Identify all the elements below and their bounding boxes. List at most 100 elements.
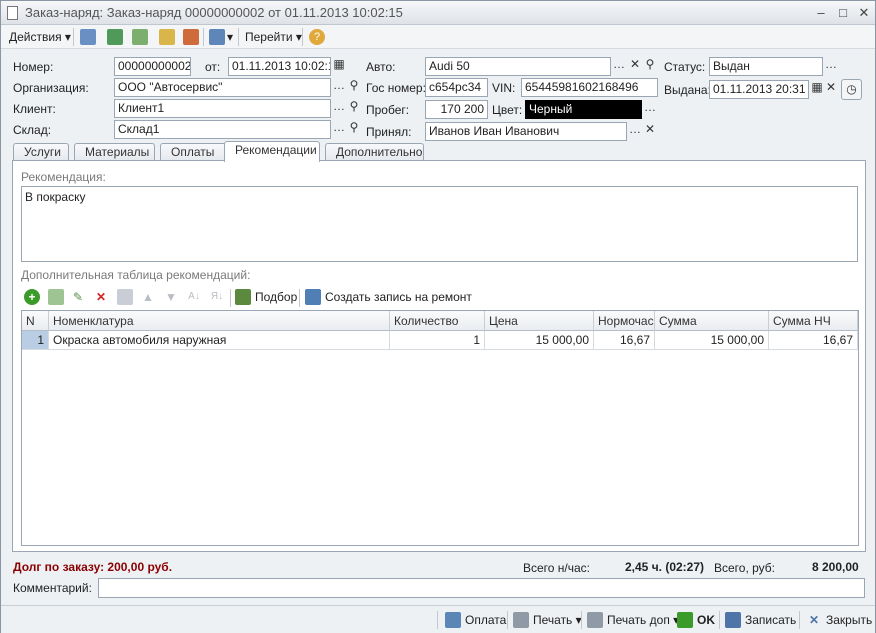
cell-sum[interactable]: 15 000,00 bbox=[655, 331, 769, 350]
date-label: от: bbox=[205, 60, 221, 74]
tab-payments[interactable]: Оплаты bbox=[160, 143, 227, 161]
organization-field[interactable]: ООО "Автосервис" bbox=[114, 78, 331, 97]
select-client-button[interactable]: … bbox=[331, 99, 347, 118]
pay-button[interactable]: Оплата bbox=[445, 611, 506, 629]
recommendation-text[interactable]: В покраску bbox=[21, 186, 858, 262]
issued-field[interactable]: 01.11.2013 20:31 bbox=[709, 80, 809, 99]
client-field[interactable]: Клиент1 bbox=[114, 99, 331, 118]
clock-icon[interactable]: ◷ bbox=[841, 79, 862, 100]
calendar-icon[interactable]: ▦ bbox=[331, 57, 347, 76]
total-hours-label: Всего н/час: bbox=[523, 561, 591, 575]
cell-sum-nh[interactable]: 16,67 bbox=[769, 331, 858, 350]
auto-field[interactable]: Audi 50 bbox=[425, 57, 611, 76]
col-header-price[interactable]: Цена bbox=[485, 311, 594, 331]
refresh-icon[interactable] bbox=[107, 29, 123, 45]
copy-row-icon[interactable] bbox=[48, 289, 64, 305]
close-icon: ✕ bbox=[808, 613, 820, 627]
close-window-button[interactable]: ✕ bbox=[856, 5, 872, 21]
minimize-button[interactable]: – bbox=[813, 5, 829, 21]
recommendations-panel: Рекомендация: В покраску Дополнительная … bbox=[12, 160, 866, 552]
ok-button[interactable]: OK bbox=[677, 611, 715, 629]
post-icon[interactable] bbox=[80, 29, 96, 45]
tab-materials[interactable]: Материалы bbox=[74, 143, 155, 161]
delete-row-icon[interactable]: ✕ bbox=[93, 289, 109, 305]
col-header-sum-nh[interactable]: Сумма НЧ bbox=[769, 311, 858, 331]
move-down-icon[interactable]: ▼ bbox=[163, 289, 179, 305]
search-auto-icon[interactable]: ⚲ bbox=[642, 57, 658, 76]
cell-price[interactable]: 15 000,00 bbox=[485, 331, 594, 350]
actions-label: Действия bbox=[9, 30, 62, 44]
save-icon bbox=[725, 612, 741, 628]
col-header-qty[interactable]: Количество bbox=[390, 311, 485, 331]
status-field[interactable]: Выдан bbox=[709, 57, 823, 76]
select-status-button[interactable]: … bbox=[823, 57, 839, 76]
col-header-hours[interactable]: Нормочас bbox=[594, 311, 655, 331]
select-warehouse-button[interactable]: … bbox=[331, 120, 347, 139]
select-organization-button[interactable]: … bbox=[331, 78, 347, 97]
col-header-name[interactable]: Номенклатура bbox=[49, 311, 390, 331]
end-edit-icon[interactable] bbox=[117, 289, 133, 305]
col-header-n[interactable]: N bbox=[22, 311, 49, 331]
toolbar-separator bbox=[230, 289, 231, 307]
col-header-sum[interactable]: Сумма bbox=[655, 311, 769, 331]
copy-icon[interactable] bbox=[132, 29, 148, 45]
search-warehouse-icon[interactable]: ⚲ bbox=[346, 120, 362, 139]
print-button[interactable]: Печать ▾ bbox=[513, 611, 582, 629]
actions-menu[interactable]: Действия ▾ bbox=[9, 28, 71, 46]
tab-additional[interactable]: Дополнительно bbox=[325, 143, 424, 161]
sort-asc-icon[interactable]: A↓ bbox=[186, 289, 202, 305]
comment-field[interactable] bbox=[98, 578, 865, 598]
clear-auto-icon[interactable]: ✕ bbox=[627, 57, 643, 76]
extra-table-title: Дополнительная таблица рекомендаций: bbox=[21, 268, 251, 282]
date-field[interactable]: 01.11.2013 10:02:15 bbox=[228, 57, 331, 76]
total-hours-value: 2,45 ч. (02:27) bbox=[625, 560, 705, 574]
clear-issued-icon[interactable]: ✕ bbox=[823, 80, 839, 99]
select-auto-button[interactable]: … bbox=[611, 57, 627, 76]
color-label: Цвет: bbox=[492, 103, 523, 117]
maximize-button[interactable]: □ bbox=[835, 5, 851, 21]
search-client-icon[interactable]: ⚲ bbox=[346, 99, 362, 118]
auto-label: Авто: bbox=[366, 60, 396, 74]
cell-qty[interactable]: 1 bbox=[390, 331, 485, 350]
color-field[interactable]: Черный bbox=[525, 100, 642, 119]
status-label: Статус: bbox=[664, 60, 706, 74]
accepted-field[interactable]: Иванов Иван Иванович bbox=[425, 122, 627, 141]
create-repair-record-button[interactable]: Создать запись на ремонт bbox=[305, 288, 472, 306]
warehouse-field[interactable]: Склад1 bbox=[114, 120, 331, 139]
help-icon[interactable]: ? bbox=[309, 29, 325, 45]
toolbar-separator bbox=[302, 28, 303, 46]
upload-icon[interactable] bbox=[159, 29, 175, 45]
document-structure-icon[interactable] bbox=[183, 29, 199, 45]
print-icon bbox=[513, 612, 529, 628]
plate-field[interactable]: с654рс34 bbox=[425, 78, 488, 97]
cell-name[interactable]: Окраска автомобиля наружная bbox=[49, 331, 390, 350]
close-button[interactable]: ✕ Закрыть bbox=[806, 611, 872, 629]
sort-desc-icon[interactable]: Я↓ bbox=[209, 289, 225, 305]
cell-n[interactable]: 1 bbox=[22, 331, 49, 350]
create-record-label: Создать запись на ремонт bbox=[325, 290, 472, 304]
tab-services[interactable]: Услуги bbox=[13, 143, 69, 161]
add-row-icon[interactable]: + bbox=[24, 289, 40, 305]
save-button[interactable]: Записать bbox=[725, 611, 796, 629]
number-field[interactable]: 00000000002 bbox=[114, 57, 191, 76]
based-on-dropdown[interactable]: ▾ bbox=[227, 28, 233, 46]
select-accepted-button[interactable]: … bbox=[627, 122, 643, 141]
move-up-icon[interactable]: ▲ bbox=[140, 289, 156, 305]
toolbar-separator bbox=[437, 611, 438, 629]
goto-label: Перейти bbox=[245, 30, 293, 44]
clear-accepted-icon[interactable]: ✕ bbox=[642, 122, 658, 141]
vin-field[interactable]: 65445981602168496 bbox=[521, 78, 658, 97]
print-extra-button[interactable]: Печать доп ▾ bbox=[587, 611, 679, 629]
tab-recommendations[interactable]: Рекомендации bbox=[224, 141, 320, 162]
pick-button[interactable]: Подбор bbox=[235, 288, 297, 306]
based-on-icon[interactable] bbox=[209, 29, 225, 45]
toolbar-separator bbox=[238, 28, 239, 46]
toolbar-separator bbox=[581, 611, 582, 629]
toolbar-separator bbox=[299, 289, 300, 307]
cell-hours[interactable]: 16,67 bbox=[594, 331, 655, 350]
mileage-field[interactable]: 170 200 bbox=[425, 100, 488, 119]
search-organization-icon[interactable]: ⚲ bbox=[346, 78, 362, 97]
select-color-button[interactable]: … bbox=[642, 100, 658, 119]
edit-row-icon[interactable]: ✎ bbox=[70, 289, 86, 305]
goto-menu[interactable]: Перейти ▾ bbox=[245, 28, 302, 46]
